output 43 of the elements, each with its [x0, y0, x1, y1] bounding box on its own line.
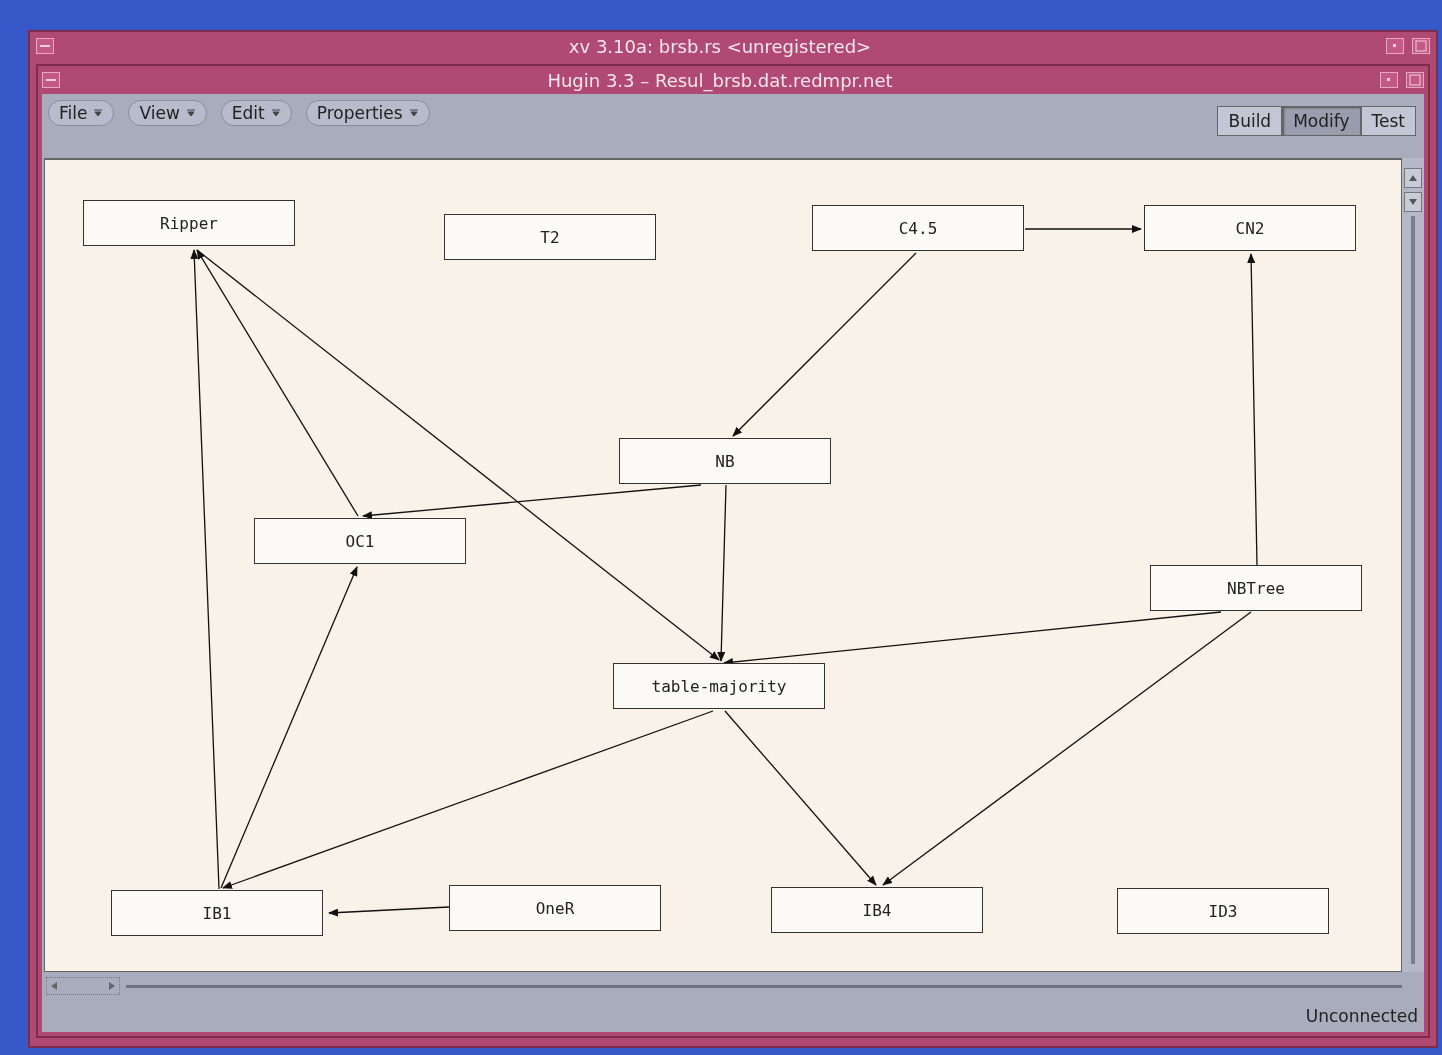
caret-icon	[270, 109, 281, 117]
up-arrow-icon	[1409, 175, 1417, 181]
network-node[interactable]: table-majority	[613, 663, 825, 709]
menu-button[interactable]: View	[128, 100, 207, 126]
menu-button[interactable]: File	[48, 100, 115, 126]
vertical-scrollbar[interactable]	[1402, 158, 1424, 972]
square-icon	[1415, 40, 1427, 52]
network-node[interactable]: NB	[619, 438, 831, 484]
dash-icon	[46, 78, 56, 82]
caret-icon	[408, 109, 419, 117]
status-text: Unconnected	[1305, 1006, 1418, 1026]
window-title: Hugin 3.3 – Resul_brsb.dat.redmpr.net	[546, 69, 894, 91]
horizontal-scroll-buttons[interactable]	[46, 977, 120, 995]
down-arrow-icon	[1409, 199, 1417, 205]
mode-tab[interactable]: Build	[1217, 106, 1283, 136]
square-icon	[1409, 74, 1421, 86]
window-menu-button[interactable]	[36, 38, 54, 54]
minimize-button[interactable]	[1386, 38, 1404, 54]
mode-tab[interactable]: Modify	[1282, 106, 1361, 136]
network-node[interactable]: OneR	[449, 885, 661, 931]
maximize-button[interactable]	[1406, 72, 1424, 88]
network-node[interactable]: Ripper	[83, 200, 295, 246]
network-node[interactable]: T2	[444, 214, 656, 260]
left-arrow-icon	[51, 982, 57, 990]
window-title: xv 3.10a: brsb.rs <unregistered>	[567, 35, 873, 57]
network-node[interactable]: ID3	[1117, 888, 1329, 934]
network-node[interactable]: NBTree	[1150, 565, 1362, 611]
horizontal-scrollbar[interactable]	[126, 984, 1402, 988]
network-node[interactable]: CN2	[1144, 205, 1356, 251]
caret-icon	[185, 109, 196, 117]
menu-button[interactable]: Properties	[305, 100, 430, 126]
right-arrow-icon	[109, 982, 115, 990]
mode-tab[interactable]: Test	[1360, 106, 1416, 136]
network-node[interactable]: IB1	[111, 890, 323, 936]
network-node[interactable]: OC1	[254, 518, 466, 564]
dash-icon	[40, 44, 50, 48]
minimize-button[interactable]	[1380, 72, 1398, 88]
maximize-button[interactable]	[1412, 38, 1430, 54]
caret-icon	[93, 109, 104, 117]
network-node[interactable]: C4.5	[812, 205, 1024, 251]
window-menu-button[interactable]	[42, 72, 60, 88]
menu-button[interactable]: Edit	[220, 100, 292, 126]
network-node[interactable]: IB4	[771, 887, 983, 933]
